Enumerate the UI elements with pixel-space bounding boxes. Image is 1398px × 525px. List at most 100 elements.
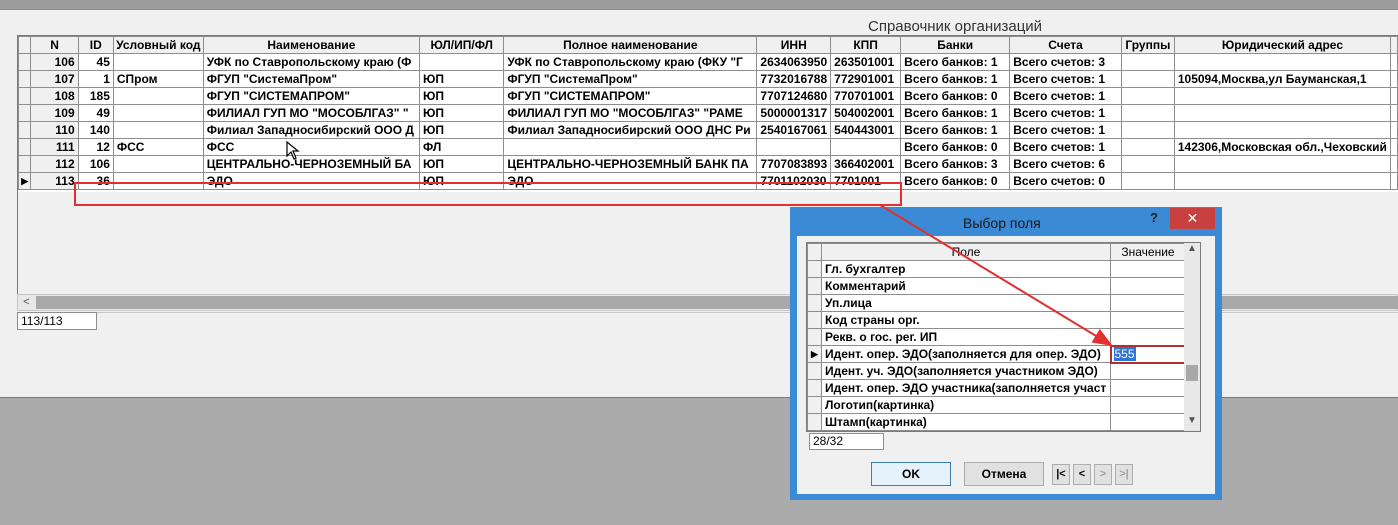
table-cell[interactable]	[1173, 53, 1392, 71]
table-cell[interactable]	[112, 121, 204, 139]
table-cell[interactable]: ФГУП "СИСТЕМАПРОМ"	[202, 87, 421, 105]
help-icon[interactable]: ?	[1150, 210, 1158, 225]
list-item[interactable]: Гл. бухгалтер	[807, 260, 1186, 278]
field-value-cell[interactable]	[1110, 260, 1186, 278]
field-value-cell[interactable]	[1110, 396, 1186, 414]
row-indicator[interactable]	[807, 362, 822, 380]
column-header[interactable]: N	[30, 36, 79, 54]
table-cell[interactable]: Всего счетов: 0	[1009, 172, 1122, 190]
table-cell[interactable]	[1120, 155, 1175, 173]
close-icon[interactable]: ✕	[1170, 208, 1215, 229]
field-name-cell[interactable]: Штамп(картинка)	[821, 413, 1111, 431]
list-item[interactable]: Уп.лица	[807, 294, 1186, 312]
table-cell[interactable]: 7707083893	[756, 155, 832, 173]
field-name-cell[interactable]: Уп.лица	[821, 294, 1111, 312]
table-cell[interactable]: ФГУП "СистемаПром"	[503, 70, 758, 88]
table-cell[interactable]: Всего счетов: 1	[1009, 138, 1122, 156]
table-cell[interactable]: 12	[77, 138, 114, 156]
table-cell[interactable]: 140	[77, 121, 114, 139]
field-name-cell[interactable]: Рекв. о гос. рег. ИП	[821, 328, 1111, 346]
next-record-button[interactable]: >	[1094, 464, 1112, 485]
table-cell[interactable]	[1120, 138, 1175, 156]
table-cell[interactable]: 5000001317	[756, 104, 832, 122]
table-cell[interactable]: Всего счетов: 1	[1009, 121, 1122, 139]
field-name-cell[interactable]: Идент. опер. ЭДО участника(заполняется у…	[821, 379, 1111, 397]
scroll-left-icon[interactable]: <	[18, 295, 35, 310]
field-value-cell[interactable]	[1110, 277, 1186, 295]
row-indicator[interactable]	[807, 396, 822, 414]
field-value-cell[interactable]	[1110, 328, 1186, 346]
column-header[interactable]: КПП	[830, 36, 902, 54]
table-cell[interactable]: Всего банков: 1	[900, 70, 1011, 88]
table-cell[interactable]: 106	[77, 155, 114, 173]
ok-button[interactable]: OK	[871, 462, 951, 486]
column-header[interactable]: ID	[77, 36, 114, 54]
row-indicator[interactable]: ▶	[807, 345, 822, 363]
column-header[interactable]: Счета	[1009, 36, 1122, 54]
column-header-value[interactable]: Значение	[1110, 243, 1186, 261]
field-name-cell[interactable]: Код страны орг.	[821, 311, 1111, 329]
table-cell[interactable]: Всего банков: 1	[900, 104, 1011, 122]
row-indicator[interactable]	[18, 70, 32, 88]
row-indicator[interactable]	[18, 53, 32, 71]
row-indicator[interactable]	[807, 294, 822, 312]
row-indicator[interactable]	[807, 277, 822, 295]
table-cell[interactable]	[112, 87, 204, 105]
table-cell[interactable]: 112	[30, 155, 79, 173]
list-item[interactable]: Логотип(картинка)	[807, 396, 1186, 414]
table-cell[interactable]: 770701001	[830, 87, 902, 105]
table-row[interactable]: 109 49 ФИЛИАЛ ГУП МО "МОСОБЛГАЗ" " ЮП ФИЛИАЛ…	[18, 104, 1398, 122]
row-indicator[interactable]	[18, 87, 32, 105]
table-cell[interactable]	[112, 172, 204, 190]
prev-record-button[interactable]: <	[1073, 464, 1091, 485]
table-cell[interactable]: 49	[77, 104, 114, 122]
table-cell[interactable]: Всего счетов: 6	[1009, 155, 1122, 173]
table-row[interactable]: ▶ 113 36 ЭДО ЮП ЭДО 7701102030 7701001 Всего бан…	[18, 172, 1398, 190]
table-cell[interactable]: 111	[30, 138, 79, 156]
table-cell[interactable]: 1	[77, 70, 114, 88]
table-cell[interactable]: Филиал Западносибирский ООО Д	[202, 121, 421, 139]
field-name-cell[interactable]: Логотип(картинка)	[821, 396, 1111, 414]
table-cell[interactable]: Всего банков: 1	[900, 53, 1011, 71]
scroll-down-icon[interactable]: ▼	[1184, 415, 1200, 431]
field-value-cell[interactable]	[1110, 294, 1186, 312]
table-cell[interactable]: ФИЛИАЛ ГУП МО "МОСОБЛГАЗ" "	[202, 104, 421, 122]
table-cell[interactable]: 540443001	[830, 121, 902, 139]
list-item[interactable]: Идент. опер. ЭДО участника(заполняется у…	[807, 379, 1186, 397]
table-cell[interactable]: ЮП	[419, 87, 505, 105]
table-cell[interactable]: ЭДО	[202, 172, 421, 190]
table-cell[interactable]	[1120, 104, 1175, 122]
table-cell[interactable]: Филиал Западносибирский ООО ДНС Ри	[503, 121, 758, 139]
column-header-field[interactable]: Поле	[821, 243, 1111, 261]
list-item[interactable]: Код страны орг.	[807, 311, 1186, 329]
table-cell[interactable]: 2540167061	[756, 121, 832, 139]
table-cell[interactable]: ФГУП "СИСТЕМАПРОМ"	[503, 87, 758, 105]
table-row[interactable]: 107 1 СПром ФГУП "СистемаПром" ЮП ФГУП "Систе…	[18, 70, 1398, 88]
table-row[interactable]: 106 45 УФК по Ставропольскому краю (Ф УФК п…	[18, 53, 1398, 71]
column-header[interactable]: Наименование	[202, 36, 421, 54]
table-cell[interactable]: СПром	[112, 70, 204, 88]
table-cell[interactable]: Всего банков: 0	[900, 138, 1011, 156]
table-cell[interactable]: ЦЕНТРАЛЬНО-ЧЕРНОЗЕМНЫЙ БАНК ПА	[503, 155, 758, 173]
table-cell[interactable]: 106	[30, 53, 79, 71]
column-header[interactable]: Условный код	[112, 36, 204, 54]
first-record-button[interactable]: |<	[1052, 464, 1070, 485]
table-cell[interactable]: ФСС	[112, 138, 204, 156]
table-cell[interactable]: 7701102030	[756, 172, 832, 190]
table-cell[interactable]: Всего счетов: 3	[1009, 53, 1122, 71]
table-cell[interactable]	[112, 53, 204, 71]
table-cell[interactable]: 107	[30, 70, 79, 88]
table-cell[interactable]	[1173, 121, 1392, 139]
column-header[interactable]: Банки	[900, 36, 1011, 54]
row-indicator[interactable]	[807, 260, 822, 278]
list-item[interactable]: Идент. уч. ЭДО(заполняется участником ЭД…	[807, 362, 1186, 380]
row-indicator[interactable]	[807, 311, 822, 329]
table-cell[interactable]: 772901001	[830, 70, 902, 88]
table-cell[interactable]	[1120, 121, 1175, 139]
row-indicator[interactable]	[807, 413, 822, 431]
table-row[interactable]: 110 140 Филиал Западносибирский ООО Д ЮП Фил…	[18, 121, 1398, 139]
table-cell[interactable]	[1120, 70, 1175, 88]
table-cell[interactable]: 366402001	[830, 155, 902, 173]
row-indicator[interactable]	[807, 379, 822, 397]
list-item[interactable]: ▶ Идент. опер. ЭДО(заполняется для опер. …	[807, 344, 1187, 364]
